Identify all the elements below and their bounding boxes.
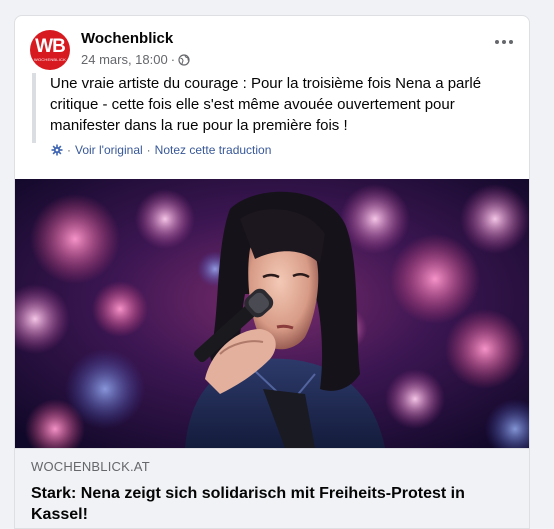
post-text: Une vraie artiste du courage : Pour la t…	[32, 73, 502, 143]
link-domain: WOCHENBLICK.AT	[31, 459, 150, 474]
link-title[interactable]: Stark: Nena zeigt sich solidarisch mit F…	[31, 483, 515, 525]
meta-separator: ·	[170, 52, 176, 67]
translation-bar: · Voir l'original · Notez cette traducti…	[51, 143, 271, 157]
translation-separator: ·	[146, 143, 151, 157]
gear-icon	[51, 144, 63, 156]
more-dot	[495, 40, 499, 44]
post-header: WB WOCHENBLICK Wochenblick 24 mars, 18:0…	[15, 16, 529, 76]
post-meta: 24 mars, 18:00 ·	[81, 52, 190, 67]
avatar[interactable]: WB WOCHENBLICK	[30, 30, 70, 70]
avatar-logo-subtext: WOCHENBLICK	[34, 57, 66, 62]
translation-separator: ·	[67, 143, 71, 157]
avatar-logo-text: WB	[35, 36, 66, 57]
rate-translation-link[interactable]: Notez cette traduction	[155, 143, 272, 157]
see-original-link[interactable]: Voir l'original	[75, 143, 143, 157]
more-dot	[502, 40, 506, 44]
page-name[interactable]: Wochenblick	[81, 30, 173, 47]
more-dot	[509, 40, 513, 44]
globe-icon[interactable]	[178, 53, 190, 66]
more-options-icon[interactable]	[495, 40, 513, 44]
link-preview[interactable]: WOCHENBLICK.AT Stark: Nena zeigt sich so…	[15, 448, 529, 528]
post-photo[interactable]	[15, 179, 529, 448]
post-card: WB WOCHENBLICK Wochenblick 24 mars, 18:0…	[14, 15, 530, 529]
singer-photo	[15, 179, 529, 448]
post-timestamp[interactable]: 24 mars, 18:00	[81, 52, 168, 67]
